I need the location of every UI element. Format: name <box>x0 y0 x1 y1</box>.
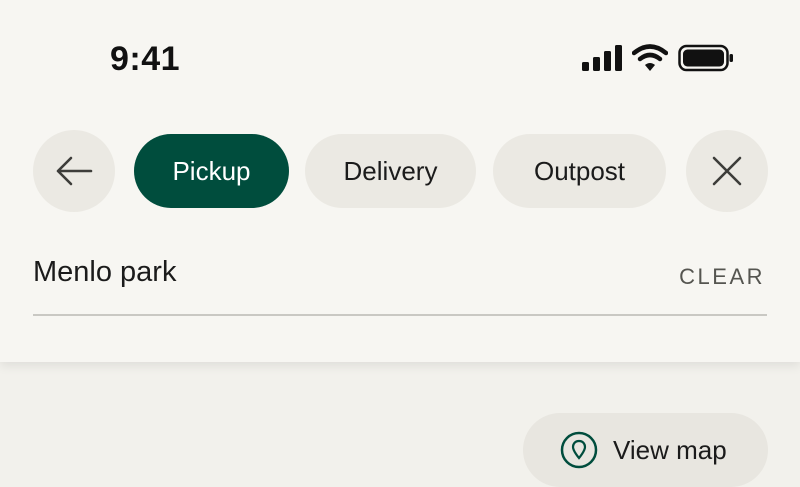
location-filter-sheet: 9:41 Pickup Delivery Outpost Menlo park … <box>0 0 800 362</box>
back-button[interactable] <box>33 130 115 212</box>
wifi-icon <box>632 44 668 71</box>
arrow-left-icon <box>56 156 93 186</box>
location-search-input[interactable]: Menlo park <box>33 256 176 289</box>
outpost-chip-label: Outpost <box>533 155 626 186</box>
delivery-chip-label: Delivery <box>343 155 438 186</box>
pickup-chip[interactable]: Pickup <box>134 134 289 208</box>
pickup-chip-label: Pickup <box>172 155 251 186</box>
delivery-chip[interactable]: Delivery <box>305 134 476 208</box>
close-button[interactable] <box>686 130 768 212</box>
status-icons <box>582 44 734 72</box>
view-map-button[interactable]: View map <box>523 413 768 487</box>
close-icon <box>712 156 742 186</box>
clear-button[interactable]: CLEAR <box>679 264 765 290</box>
battery-icon <box>678 44 733 72</box>
outpost-chip[interactable]: Outpost <box>493 134 666 208</box>
location-pin-icon <box>560 431 598 469</box>
status-bar: 9:41 <box>0 0 800 110</box>
status-time: 9:41 <box>110 40 181 78</box>
location-search-field: Menlo park CLEAR <box>33 250 767 316</box>
cellular-signal-icon <box>582 45 622 71</box>
view-map-label: View map <box>613 434 727 465</box>
fulfillment-filter-row: Pickup Delivery Outpost <box>0 130 800 212</box>
